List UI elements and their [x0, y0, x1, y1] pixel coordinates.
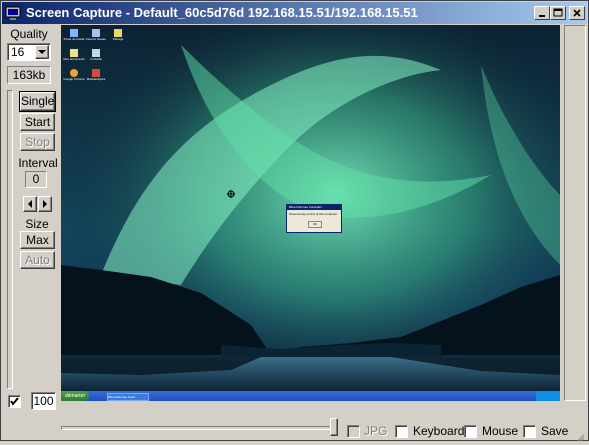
jpg-checkbox[interactable]	[347, 425, 360, 438]
recycle-bin-icon	[92, 49, 100, 57]
window-title: Screen Capture - Default_60c5d76d 192.16…	[26, 5, 418, 20]
arrow-left-icon	[28, 200, 32, 208]
desktop-icon[interactable]: Mes documents	[63, 49, 85, 61]
desktop-icon[interactable]: Favoris réseau	[85, 29, 107, 41]
max-button[interactable]: Max	[20, 231, 55, 249]
close-button[interactable]	[569, 6, 585, 20]
quality-select[interactable]: 16	[7, 43, 51, 61]
size-label: Size	[25, 217, 49, 231]
quality-label: Quality	[10, 27, 48, 41]
maximize-button[interactable]	[550, 6, 566, 20]
desktop-icon-caption: Mes documents	[63, 57, 85, 61]
desktop-icon[interactable]: Corbeille	[85, 49, 107, 61]
desktop-icon-caption: Partagé	[112, 37, 124, 41]
remote-start-button[interactable]: démarrer	[61, 391, 89, 401]
remote-dialog: Bitnet Remote Controller Overcoming cont…	[286, 204, 342, 233]
chevron-down-icon	[38, 50, 46, 54]
interval-decrease-button[interactable]	[23, 196, 37, 212]
malwarebytes-icon	[92, 69, 100, 77]
scale-field[interactable]: 100	[31, 392, 56, 410]
arrow-right-icon	[43, 200, 47, 208]
start-button[interactable]: Start	[20, 113, 55, 131]
desktop-icon-caption: Poste de travail	[63, 37, 85, 41]
documents-icon	[70, 49, 78, 57]
interval-increase-button[interactable]	[38, 196, 52, 212]
close-icon	[573, 9, 581, 17]
mouse-checkbox[interactable]	[464, 425, 477, 438]
keyboard-checkbox[interactable]	[395, 425, 408, 438]
save-label: Save	[541, 424, 569, 438]
size-readout: 163kb	[7, 66, 51, 84]
checkmark-icon	[10, 397, 19, 406]
network-icon	[92, 29, 100, 37]
remote-screen-view[interactable]: Poste de travail Favoris réseau Partagé …	[61, 25, 560, 401]
mouse-label: Mouse	[482, 424, 519, 438]
desktop-icon-caption: Favoris réseau	[86, 37, 106, 41]
panel-divider	[7, 90, 13, 389]
desktop-icon[interactable]: Poste de travail	[63, 29, 85, 41]
remote-dialog-ok-button[interactable]: Ok	[308, 221, 322, 228]
jpg-label: JPG	[364, 424, 388, 438]
app-icon	[5, 6, 21, 20]
quality-dropdown-button[interactable]	[35, 45, 49, 59]
desktop-icon-caption: Malwarebytes	[86, 77, 106, 81]
computer-icon	[70, 29, 78, 37]
single-button[interactable]: Single	[19, 91, 56, 112]
stop-button[interactable]: Stop	[20, 133, 55, 151]
save-checkbox[interactable]	[523, 425, 536, 438]
scale-checkbox[interactable]	[8, 395, 21, 408]
desktop-icon-caption: Corbeille	[90, 57, 102, 61]
chrome-icon	[70, 69, 78, 77]
remote-taskbar: démarrer Bitnet Remote Contr	[61, 391, 560, 401]
desktop-icon[interactable]: Malwarebytes	[85, 69, 107, 81]
quality-value: 16	[11, 45, 25, 59]
title-bar[interactable]: Screen Capture - Default_60c5d76d 192.16…	[2, 2, 587, 24]
minimize-icon	[539, 15, 545, 17]
desktop-icon[interactable]: Google Chrome	[63, 69, 85, 81]
maximize-icon	[553, 8, 563, 17]
remote-dialog-message: Overcoming control of this computer	[289, 212, 338, 216]
zoom-slider-track[interactable]	[61, 426, 335, 430]
interval-value: 0	[25, 171, 47, 188]
minimize-button[interactable]	[534, 6, 550, 20]
interval-label: Interval	[18, 156, 58, 170]
remote-system-tray	[536, 391, 560, 401]
screen-capture-window: Screen Capture - Default_60c5d76d 192.16…	[0, 0, 589, 442]
zoom-slider-thumb[interactable]	[330, 418, 338, 436]
auto-button[interactable]: Auto	[20, 251, 55, 269]
desktop-icon-caption: Google Chrome	[63, 77, 85, 81]
vertical-track	[564, 25, 586, 401]
desktop-icon[interactable]: Partagé	[107, 29, 129, 41]
keyboard-label: Keyboard	[413, 424, 465, 438]
folder-icon	[114, 29, 122, 37]
remote-task-item[interactable]: Bitnet Remote Contr	[107, 393, 149, 401]
resize-grip-icon[interactable]	[577, 431, 585, 442]
